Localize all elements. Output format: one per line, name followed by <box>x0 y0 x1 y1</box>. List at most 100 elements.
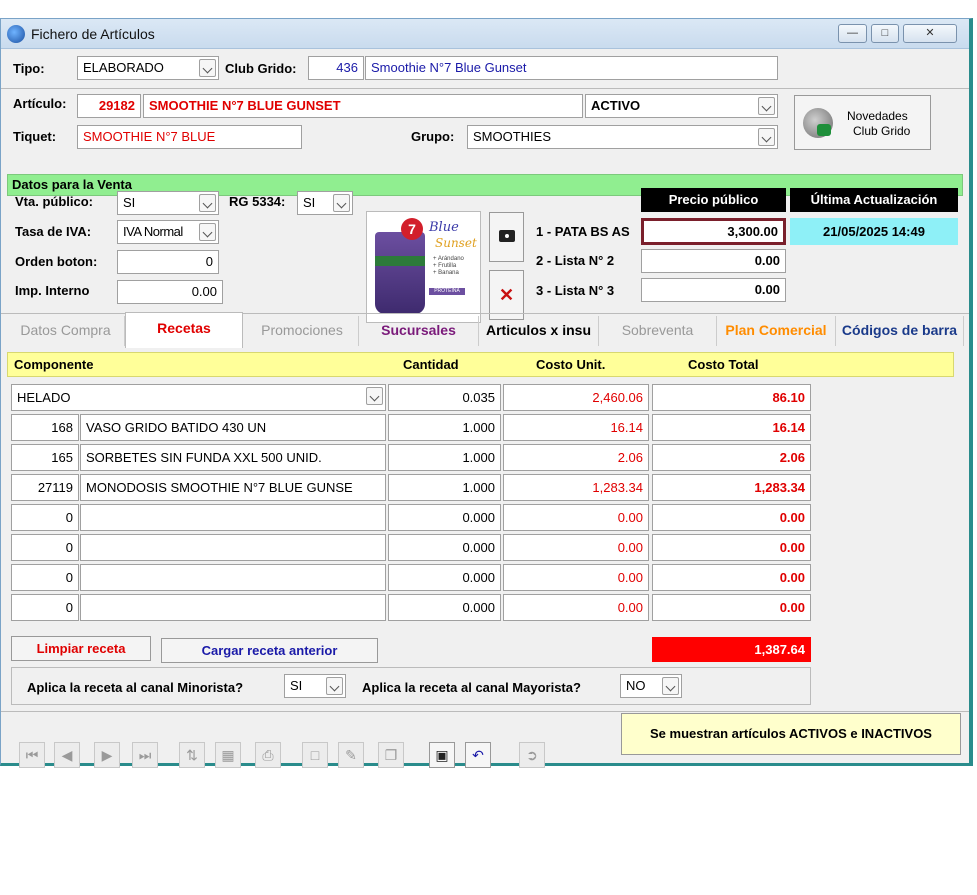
close-icon: ✕ <box>498 285 515 305</box>
tab-sucursales[interactable]: Sucursales <box>359 316 479 346</box>
prev-record-icon[interactable]: ◀ <box>54 742 80 768</box>
chevron-down-icon <box>758 128 775 146</box>
tasa-iva-value: IVA Normal <box>123 224 183 239</box>
sort-icon[interactable]: ⇅ <box>179 742 205 768</box>
minimize-button[interactable]: — <box>838 24 867 43</box>
componente-name-field[interactable] <box>80 564 386 591</box>
tiquet-label: Tiquet: <box>13 129 57 144</box>
estado-select[interactable]: ACTIVO <box>585 94 778 118</box>
componente-name-field[interactable]: MONODOSIS SMOOTHIE N°7 BLUE GUNSE <box>80 474 386 501</box>
tab-promociones[interactable]: Promociones <box>246 316 359 346</box>
new-record-icon[interactable]: □ <box>302 742 328 768</box>
tab-codigos-de-barra[interactable]: Códigos de barra <box>836 316 964 346</box>
cantidad-field[interactable]: 0.000 <box>388 504 501 531</box>
edit-record-icon[interactable]: ✎ <box>338 742 364 768</box>
imp-interno-field[interactable]: 0.00 <box>117 280 223 304</box>
componente-name-field[interactable]: SORBETES SIN FUNDA XXL 500 UNID. <box>80 444 386 471</box>
vta-publico-value: SI <box>123 195 136 210</box>
componente-name-field[interactable] <box>80 594 386 621</box>
componente-code-field[interactable]: 165 <box>11 444 79 471</box>
lista-3-price-field[interactable]: 0.00 <box>641 278 786 302</box>
cantidad-field[interactable]: 1.000 <box>388 414 501 441</box>
componente-select[interactable]: HELADO <box>11 384 386 411</box>
lista-1-label: 1 - PATA BS AS <box>536 224 630 239</box>
cantidad-field[interactable]: 1.000 <box>388 474 501 501</box>
cargar-receta-anterior-button[interactable]: Cargar receta anterior <box>161 638 378 663</box>
componente-code-field[interactable]: 0 <box>11 564 79 591</box>
limpiar-receta-button[interactable]: Limpiar receta <box>11 636 151 661</box>
first-record-icon[interactable]: ⏮ <box>19 742 45 768</box>
tiquet-field[interactable]: SMOOTHIE N°7 BLUE <box>77 125 302 149</box>
costo-total-field: 0.00 <box>652 504 811 531</box>
cantidad-field[interactable]: 0.000 <box>388 534 501 561</box>
costo-unit-field: 2,460.06 <box>503 384 649 411</box>
componente-code-field[interactable]: 0 <box>11 594 79 621</box>
componente-code-field[interactable]: 27119 <box>11 474 79 501</box>
minorista-select[interactable]: SI <box>284 674 346 698</box>
chevron-down-icon <box>199 59 216 77</box>
minorista-label: Aplica la receta al canal Minorista? <box>27 680 244 695</box>
receta-table-header: Componente Cantidad Costo Unit. Costo To… <box>7 352 954 377</box>
tab-plan-comercial[interactable]: Plan Comercial <box>717 316 836 346</box>
club-name-field[interactable]: Smoothie N°7 Blue Gunset <box>365 56 778 80</box>
chevron-down-icon <box>199 223 216 241</box>
tasa-iva-select[interactable]: IVA Normal <box>117 220 219 244</box>
tab-sobreventa[interactable]: Sobreventa <box>599 316 717 346</box>
componente-code-field[interactable]: 0 <box>11 534 79 561</box>
col-costo-total: Costo Total <box>688 357 759 372</box>
mayorista-select[interactable]: NO <box>620 674 682 698</box>
report-icon[interactable]: ▦ <box>215 742 241 768</box>
chevron-down-icon <box>333 194 350 212</box>
rg-5334-label: RG 5334: <box>229 194 286 209</box>
orden-boton-field[interactable]: 0 <box>117 250 219 274</box>
componente-name-field[interactable]: VASO GRIDO BATIDO 430 UN <box>80 414 386 441</box>
lista-3-label: 3 - Lista N° 3 <box>536 283 615 298</box>
componente-name: HELADO <box>17 390 71 405</box>
tab-datos-compra[interactable]: Datos Compra <box>7 316 125 346</box>
componente-name-field[interactable] <box>80 504 386 531</box>
undo-icon[interactable]: ↶ <box>465 742 491 768</box>
print-icon[interactable]: ⎙ <box>255 742 281 768</box>
lista-2-price-field[interactable]: 0.00 <box>641 249 786 273</box>
last-record-icon[interactable]: ⏭ <box>132 742 158 768</box>
minorista-value: SI <box>290 678 303 693</box>
lista-1-price-field[interactable]: 3,300.00 <box>641 218 786 245</box>
componente-name-field[interactable] <box>80 534 386 561</box>
camera-button[interactable] <box>489 212 524 262</box>
club-code-field[interactable]: 436 <box>308 56 364 80</box>
cantidad-field[interactable]: 0.000 <box>388 564 501 591</box>
costo-total-field: 0.00 <box>652 534 811 561</box>
copy-record-icon[interactable]: ❐ <box>378 742 404 768</box>
rg-5334-select[interactable]: SI <box>297 191 353 215</box>
maximize-button[interactable]: □ <box>871 24 899 43</box>
grupo-select[interactable]: SMOOTHIES <box>467 125 778 149</box>
cup-band <box>375 256 425 266</box>
tab-articulos-x-insumo[interactable]: Articulos x insu <box>479 316 599 346</box>
chevron-down-icon <box>326 677 343 695</box>
costo-total-field: 86.10 <box>652 384 811 411</box>
ingredient-list: + Arándano + Frutilla + Banana <box>433 256 464 277</box>
articulo-code-field[interactable]: 29182 <box>77 94 141 118</box>
chevron-down-icon <box>662 677 679 695</box>
arrow-icon <box>817 124 831 136</box>
cantidad-field[interactable]: 0.000 <box>388 594 501 621</box>
brand-line-1: Blue <box>429 220 459 235</box>
cantidad-field[interactable]: 1.000 <box>388 444 501 471</box>
chevron-down-icon <box>366 387 383 405</box>
mayorista-label: Aplica la receta al canal Mayorista? <box>362 680 581 695</box>
next-record-icon[interactable]: ▶ <box>94 742 120 768</box>
tab-recetas[interactable]: Recetas <box>125 312 243 348</box>
grupo-value: SMOOTHIES <box>473 129 552 144</box>
componente-code-field[interactable]: 168 <box>11 414 79 441</box>
divider <box>1 88 969 89</box>
articulo-name-field[interactable]: SMOOTHIE N°7 BLUE GUNSET <box>143 94 583 118</box>
cantidad-field[interactable]: 0.035 <box>388 384 501 411</box>
componente-code-field[interactable]: 0 <box>11 504 79 531</box>
close-button[interactable]: ✕ <box>903 24 957 43</box>
exit-icon[interactable]: ➲ <box>519 742 545 768</box>
grupo-label: Grupo: <box>411 129 455 144</box>
novedades-club-grido-button[interactable]: Novedades Club Grido <box>794 95 931 150</box>
tipo-select[interactable]: ELABORADO <box>77 56 219 80</box>
save-icon[interactable]: ▣ <box>429 742 455 768</box>
vta-publico-select[interactable]: SI <box>117 191 219 215</box>
